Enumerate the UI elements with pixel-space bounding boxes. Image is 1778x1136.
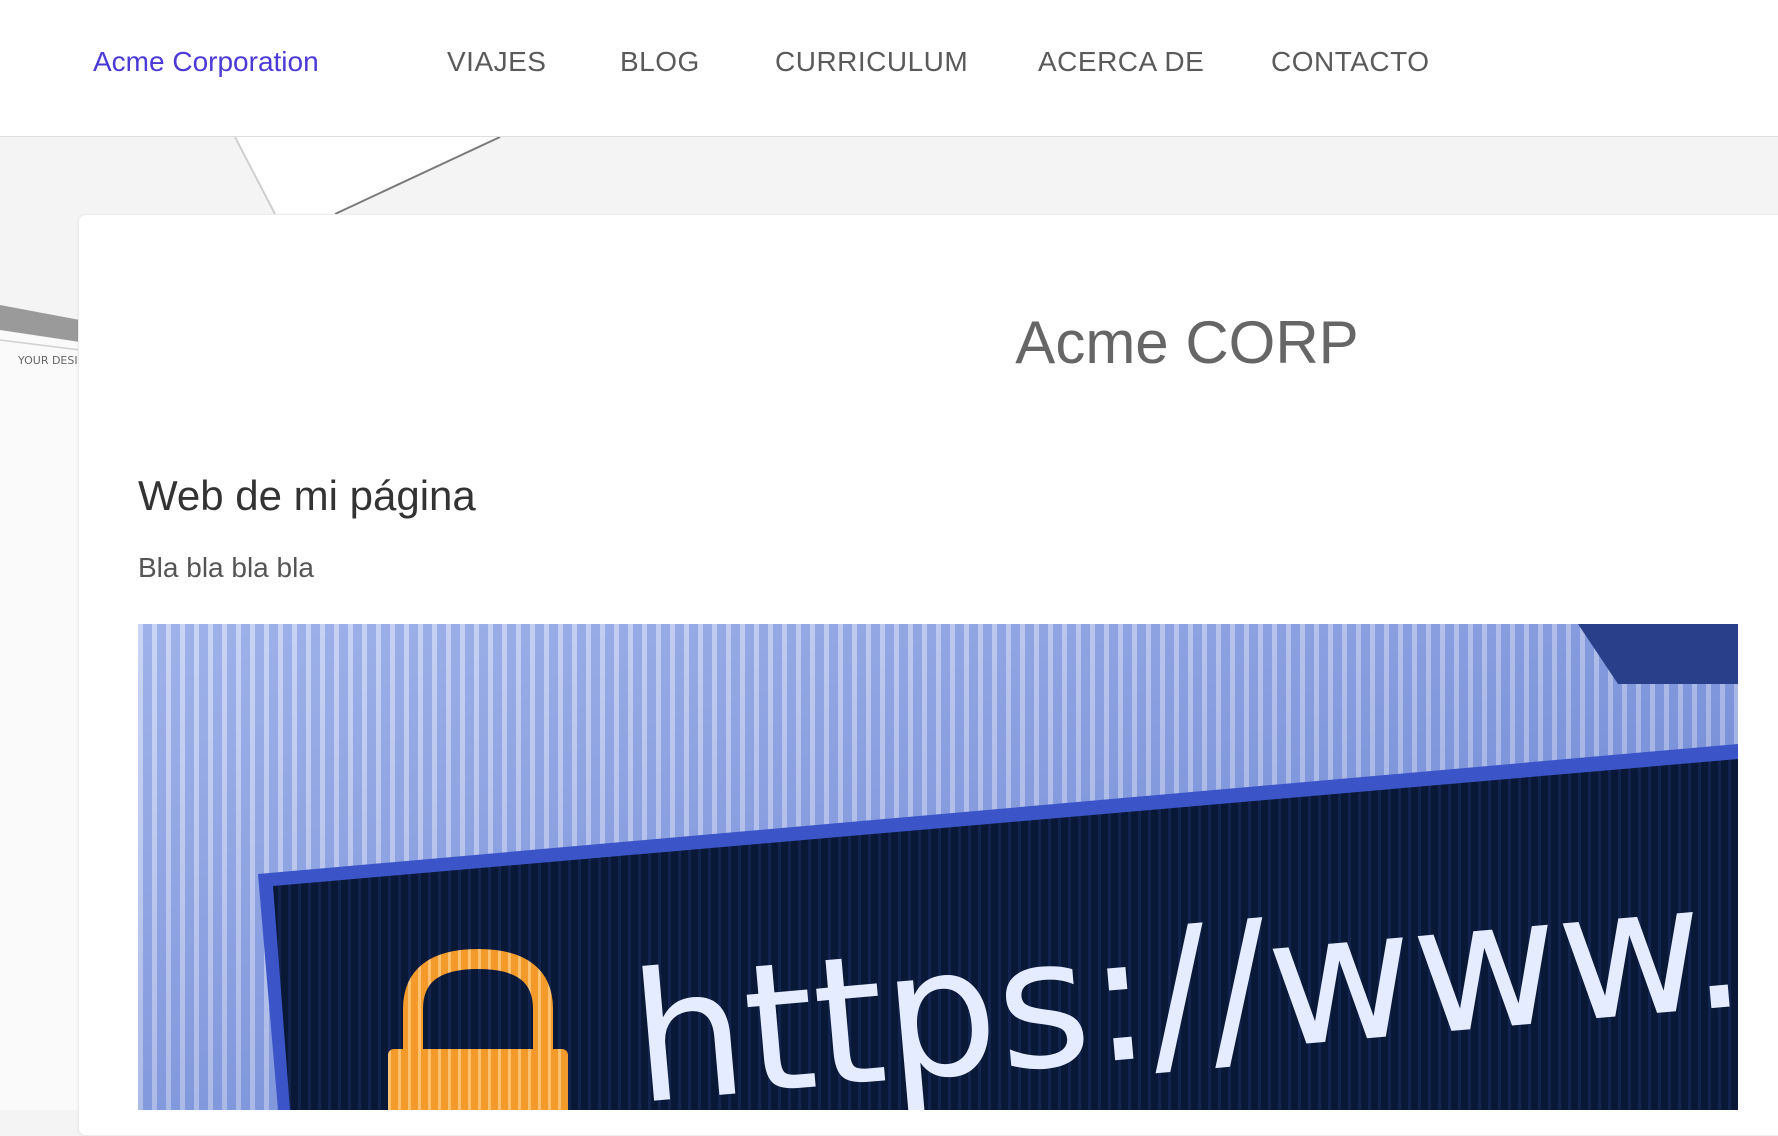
nav-item-acerca-de[interactable]: ACERCA DE — [1038, 46, 1204, 78]
brand-link[interactable]: Acme Corporation — [93, 46, 319, 78]
top-navbar: Acme Corporation VIAJES BLOG CURRICULUM … — [0, 0, 1778, 137]
hero-image: https://www.ssl — [138, 624, 1738, 1110]
nav-item-contacto[interactable]: CONTACTO — [1271, 46, 1430, 78]
page-text: Bla bla bla bla — [138, 552, 314, 583]
page-heading: Web de mi página — [138, 472, 476, 519]
nav-item-viajes[interactable]: VIAJES — [447, 46, 546, 78]
nav-item-curriculum[interactable]: CURRICULUM — [775, 46, 968, 78]
nav-item-blog[interactable]: BLOG — [620, 46, 700, 78]
site-title: Acme CORP — [1015, 309, 1359, 376]
